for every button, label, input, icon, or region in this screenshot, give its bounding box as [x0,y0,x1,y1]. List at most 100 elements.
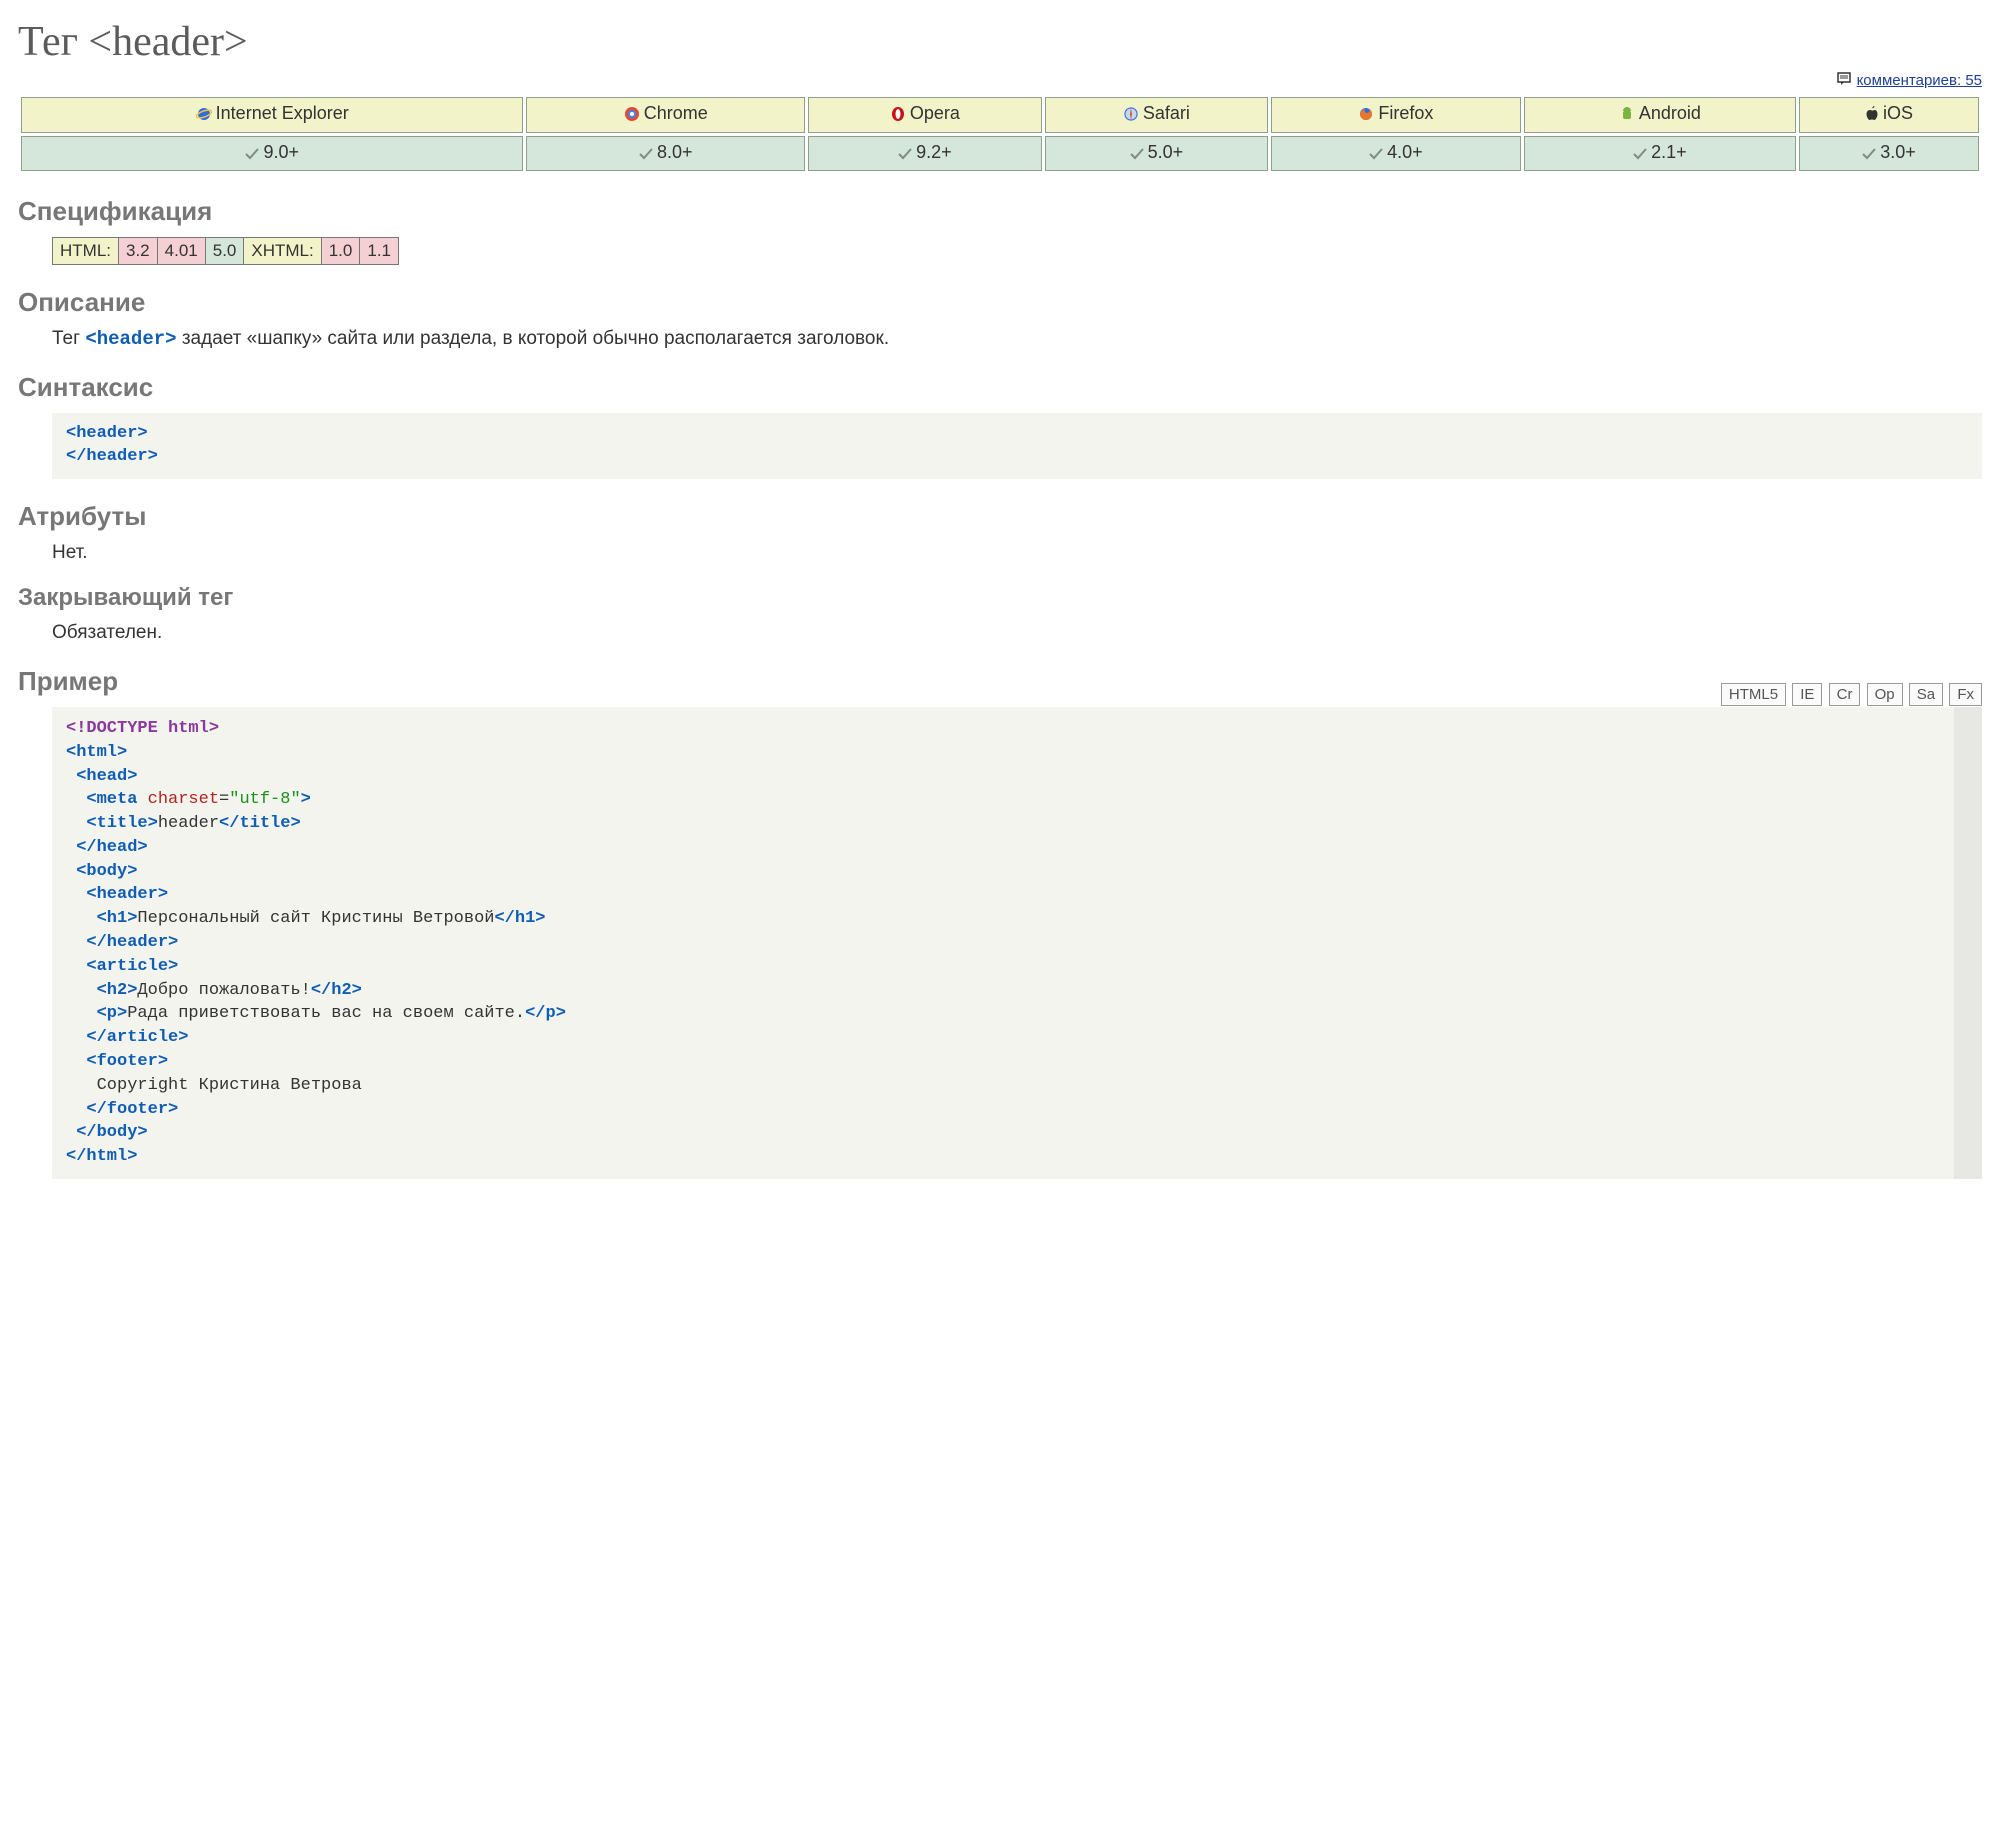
code-tag: > [301,790,311,809]
example-badges: HTML5 IE Cr Op Sa Fx [1719,683,1982,706]
safari-icon [1123,106,1139,127]
code-tag: </html> [66,1147,137,1166]
code-tag: <title> [66,814,158,833]
code-tag: <h1> [66,909,137,928]
browser-label: Chrome [644,103,708,123]
ie-icon [196,106,212,127]
code-tag: <head> [66,767,137,786]
copy-icon[interactable] [1960,1143,1978,1163]
browser-col-firefox: Firefox [1271,97,1521,133]
code-tag: <article> [66,957,178,976]
badge-html5: HTML5 [1721,683,1786,706]
browser-val: 9.0+ [21,136,523,171]
code-text: Copyright Кристина Ветрова [66,1076,362,1095]
browser-version: 8.0+ [657,142,693,162]
spec-xhtml-ver: 1.1 [360,238,399,265]
code-attr: charset [148,790,219,809]
code-tag: </footer> [66,1100,178,1119]
code-tag: </title> [219,814,301,833]
code-eq: = [219,790,229,809]
code-tag: <footer> [66,1052,168,1071]
code-tag: <p> [66,1004,127,1023]
code-tag: <body> [66,862,137,881]
example-code: <!DOCTYPE html> <html> <head> <meta char… [52,707,1982,1179]
check-icon [1369,144,1383,165]
browser-col-ios: iOS [1799,97,1979,133]
opera-icon [890,106,906,127]
code-text: Рада приветствовать вас на своем сайте. [127,1004,525,1023]
spec-html-ver: 4.01 [157,238,205,265]
desc-pre: Тег [52,328,85,349]
code-tag: </header> [66,933,178,952]
browser-val: 2.1+ [1524,136,1796,171]
check-icon [1862,144,1876,165]
section-example: Пример [18,666,1982,697]
code-tag: <meta [66,790,148,809]
spec-xhtml-ver: 1.0 [321,238,360,265]
browser-val: 5.0+ [1045,136,1269,171]
code-tag: </h1> [494,909,545,928]
badge-ie: IE [1792,683,1822,706]
section-closing-tag: Закрывающий тег [18,584,1982,612]
browser-val: 4.0+ [1271,136,1521,171]
description-text: Тег <header> задает «шапку» сайта или ра… [52,328,1982,350]
badge-op: Op [1867,683,1903,706]
section-description: Описание [18,287,1982,318]
browser-version: 9.2+ [916,142,952,162]
new-window-icon[interactable] [1960,1117,1978,1137]
syntax-code: <header> </header> [52,413,1982,479]
code-tag: </article> [66,1028,188,1047]
comments-link[interactable]: комментариев: 55 [1857,72,1982,89]
code-text: header [158,814,219,833]
code-tag: </p> [525,1004,566,1023]
section-syntax: Синтаксис [18,372,1982,403]
code-tag: <header> [66,885,168,904]
spec-html-ver: 3.2 [119,238,158,265]
code-text: Добро пожаловать! [137,981,310,1000]
comment-icon [1837,72,1853,90]
check-icon [1633,144,1647,165]
page-title: Тег <header> [18,18,1982,66]
check-icon [898,144,912,165]
code-tag: </head> [66,838,148,857]
browser-version: 4.0+ [1387,142,1423,162]
section-specification: Спецификация [18,196,1982,227]
check-icon [245,144,259,165]
browser-label: Android [1639,103,1701,123]
browser-val: 3.0+ [1799,136,1979,171]
code-tag: </h2> [311,981,362,1000]
example-sidebar-icons [1960,1117,1978,1169]
desc-tag: <header> [85,328,176,350]
attributes-text: Нет. [52,542,1982,564]
spec-table: HTML: 3.2 4.01 5.0 XHTML: 1.0 1.1 [52,237,399,265]
badge-cr: Cr [1829,683,1861,706]
browser-val: 8.0+ [526,136,805,171]
browser-val: 9.2+ [808,136,1041,171]
code-tag: <h2> [66,981,137,1000]
browser-version: 2.1+ [1651,142,1687,162]
browser-col-safari: Safari [1045,97,1269,133]
code-tag: <html> [66,743,127,762]
browser-label: Firefox [1378,103,1433,123]
browser-col-ie: Internet Explorer [21,97,523,133]
syntax-code-text: <header> </header> [66,424,158,466]
desc-post: задает «шапку» сайта или раздела, в кото… [177,328,890,349]
browser-col-chrome: Chrome [526,97,805,133]
check-icon [1130,144,1144,165]
comments-bar: комментариев: 55 [18,72,1982,90]
code-val: "utf-8" [229,790,300,809]
code-doctype: <!DOCTYPE html> [66,719,219,738]
browser-label: iOS [1883,103,1913,123]
badge-fx: Fx [1949,683,1982,706]
spec-html-ver: 5.0 [205,238,244,265]
section-attributes: Атрибуты [18,501,1982,532]
browser-version: 5.0+ [1148,142,1184,162]
spec-html-label: HTML: [53,238,119,265]
android-icon [1619,106,1635,127]
code-text: Персональный сайт Кристины Ветровой [137,909,494,928]
badge-sa: Sa [1909,683,1943,706]
closing-tag-text: Обязателен. [52,622,1982,644]
spec-xhtml-label: XHTML: [244,238,321,265]
browser-version: 3.0+ [1880,142,1916,162]
browser-label: Opera [910,103,960,123]
